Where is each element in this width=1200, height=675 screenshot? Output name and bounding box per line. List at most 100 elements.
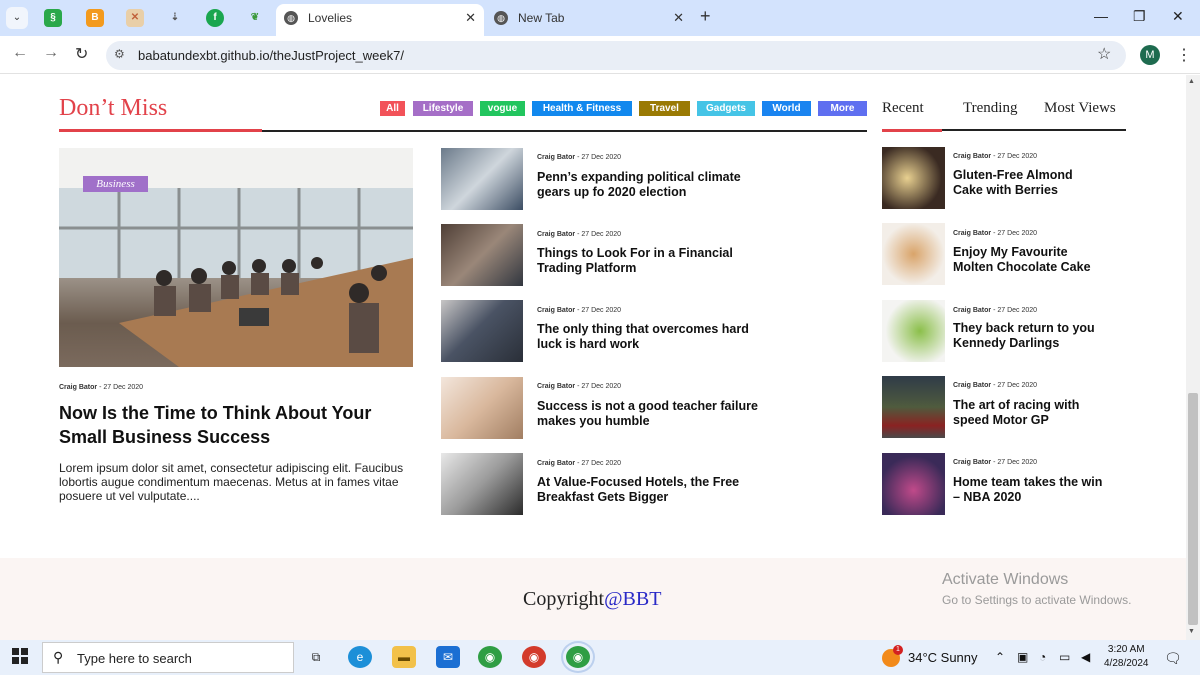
chrome-icon[interactable]: ◉ <box>522 646 546 668</box>
post-title[interactable]: Success is not a good teacher failure ma… <box>537 399 772 429</box>
task-view-icon[interactable]: ⧉ <box>304 646 328 668</box>
post-date: 27 Dec 2020 <box>103 384 144 391</box>
category-gadgets-button[interactable]: Gadgets <box>697 101 755 116</box>
post-author: Craig Bator <box>953 459 992 466</box>
tab-title: Lovelies <box>308 11 353 25</box>
post-title[interactable]: The art of racing with speed Motor GP <box>953 398 1103 428</box>
scroll-down-icon[interactable]: ▼ <box>1188 628 1195 635</box>
bookmark-star-icon[interactable]: ☆ <box>1097 44 1111 64</box>
pinned-tab-ms-icon[interactable]: § <box>44 9 62 27</box>
tab-recent[interactable]: Recent <box>882 100 924 117</box>
post-date: 27 Dec 2020 <box>581 154 622 161</box>
edge-browser-icon[interactable]: e <box>348 646 372 668</box>
post-thumbnail[interactable] <box>441 224 523 286</box>
search-icon: ⚲ <box>53 649 64 665</box>
post-meta: Craig Bator - 27 Dec 2020 <box>953 230 1038 237</box>
close-window-icon[interactable]: ✕ <box>1172 8 1184 25</box>
close-tab-icon[interactable]: ✕ <box>465 4 476 32</box>
taskbar-search-placeholder[interactable]: Type here to search <box>77 651 192 666</box>
post-title[interactable]: Home team takes the win – NBA 2020 <box>953 475 1103 505</box>
notifications-icon[interactable]: 🗨 <box>1164 650 1182 667</box>
pinned-tab-leaf-icon[interactable]: ❦ <box>246 9 264 27</box>
post-meta: Craig Bator - 27 Dec 2020 <box>537 307 622 314</box>
category-all-button[interactable]: All <box>380 101 405 116</box>
tab-search-chevron-icon[interactable]: ⌄ <box>6 7 28 29</box>
category-lifestyle-button[interactable]: Lifestyle <box>413 101 473 116</box>
post-title[interactable]: Gluten-Free Almond Cake with Berries <box>953 168 1103 198</box>
post-title[interactable]: The only thing that overcomes hard luck … <box>537 322 772 352</box>
post-author: Craig Bator <box>953 230 992 237</box>
weather-text[interactable]: 34°C Sunny <box>908 650 978 665</box>
tab-lovelies[interactable]: ◍ Lovelies ✕ <box>276 4 484 36</box>
tab-trending[interactable]: Trending <box>963 100 1017 117</box>
featured-title[interactable]: Now Is the Time to Think About Your Smal… <box>59 401 413 449</box>
windows-start-icon[interactable] <box>12 648 28 664</box>
tray-device-icon[interactable]: ▣ <box>1017 650 1028 664</box>
post-thumbnail[interactable] <box>882 453 945 515</box>
post-meta: Craig Bator - 27 Dec 2020 <box>537 154 622 161</box>
post-title[interactable]: They back return to you Kennedy Darlings <box>953 321 1103 351</box>
category-badge[interactable]: Business <box>83 176 148 192</box>
post-date: 27 Dec 2020 <box>581 460 622 467</box>
minimize-icon[interactable]: — <box>1094 8 1108 24</box>
url-text[interactable]: babatundexbt.github.io/theJustProject_we… <box>138 48 404 63</box>
post-author: Craig Bator <box>537 154 576 161</box>
post-title[interactable]: At Value-Focused Hotels, the Free Breakf… <box>537 475 772 505</box>
new-tab-plus-icon[interactable]: + <box>700 6 711 27</box>
site-info-icon[interactable]: ⚙ <box>114 47 125 61</box>
reload-icon[interactable]: ↻ <box>75 44 88 64</box>
category-more-button[interactable]: More <box>818 101 867 116</box>
post-date: 27 Dec 2020 <box>581 383 622 390</box>
post-author: Craig Bator <box>537 460 576 467</box>
post-thumbnail[interactable] <box>441 453 523 515</box>
tab-new-tab[interactable]: ◍ New Tab ✕ <box>486 4 692 36</box>
post-author: Craig Bator <box>537 307 576 314</box>
system-clock[interactable]: 3:20 AM 4/28/2024 <box>1104 643 1149 671</box>
post-date: 27 Dec 2020 <box>581 231 622 238</box>
chrome-icon[interactable]: ◉ <box>478 646 502 668</box>
category-vogue-button[interactable]: vogue <box>480 101 525 116</box>
post-title[interactable]: Things to Look For in a Financial Tradin… <box>537 246 772 276</box>
post-meta: Craig Bator - 27 Dec 2020 <box>953 459 1038 466</box>
mail-icon[interactable]: ✉ <box>436 646 460 668</box>
pinned-tab-cross-icon[interactable]: ✕ <box>126 9 144 27</box>
post-meta: Craig Bator - 27 Dec 2020 <box>953 382 1038 389</box>
tab-title: New Tab <box>518 11 565 25</box>
chrome-profile-icon[interactable]: ◉ <box>561 641 595 673</box>
tray-chevron-up-icon[interactable]: ⌃ <box>995 650 1005 664</box>
restore-icon[interactable]: ❐ <box>1133 8 1146 25</box>
category-travel-button[interactable]: Travel <box>639 101 690 116</box>
web-page: Don’t Miss All Lifestyle vogue Health & … <box>0 75 1186 640</box>
tab-most-views[interactable]: Most Views <box>1044 100 1116 117</box>
post-thumbnail[interactable] <box>882 147 945 209</box>
copyright-brand[interactable]: @BBT <box>604 588 661 610</box>
post-thumbnail[interactable] <box>441 148 523 210</box>
post-thumbnail[interactable] <box>882 376 945 438</box>
profile-avatar[interactable]: M <box>1140 45 1160 65</box>
browser-menu-icon[interactable]: ⋮ <box>1176 45 1192 65</box>
category-health-fitness-button[interactable]: Health & Fitness <box>532 101 632 116</box>
copyright-prefix: Copyright <box>523 588 605 610</box>
post-thumbnail[interactable] <box>441 300 523 362</box>
post-date: 27 Dec 2020 <box>997 230 1038 237</box>
close-tab-icon[interactable]: ✕ <box>673 4 684 32</box>
back-arrow-icon[interactable]: ← <box>12 44 28 62</box>
file-explorer-icon[interactable]: ▬ <box>392 646 416 668</box>
post-thumbnail[interactable] <box>882 223 945 285</box>
pinned-tab-blogger-icon[interactable]: B <box>86 9 104 27</box>
post-thumbnail[interactable] <box>882 300 945 362</box>
scroll-up-icon[interactable]: ▲ <box>1188 78 1195 85</box>
volume-icon[interactable]: ◀ <box>1081 650 1090 664</box>
battery-icon[interactable]: ▭ <box>1059 650 1070 664</box>
post-thumbnail[interactable] <box>441 377 523 439</box>
pinned-tab-fi-icon[interactable]: f <box>206 9 224 27</box>
post-title[interactable]: Enjoy My Favourite Molten Chocolate Cake <box>953 245 1103 275</box>
forward-arrow-icon[interactable]: → <box>43 44 59 62</box>
post-author: Craig Bator <box>537 383 576 390</box>
category-world-button[interactable]: World <box>762 101 811 116</box>
pinned-tab-download-icon[interactable]: ⇣ <box>166 9 184 27</box>
post-author: Craig Bator <box>953 307 992 314</box>
scrollbar-thumb[interactable] <box>1188 393 1198 625</box>
post-title[interactable]: Penn’s expanding political climate gears… <box>537 170 772 200</box>
wifi-icon[interactable]: ◔ <box>1039 650 1046 664</box>
